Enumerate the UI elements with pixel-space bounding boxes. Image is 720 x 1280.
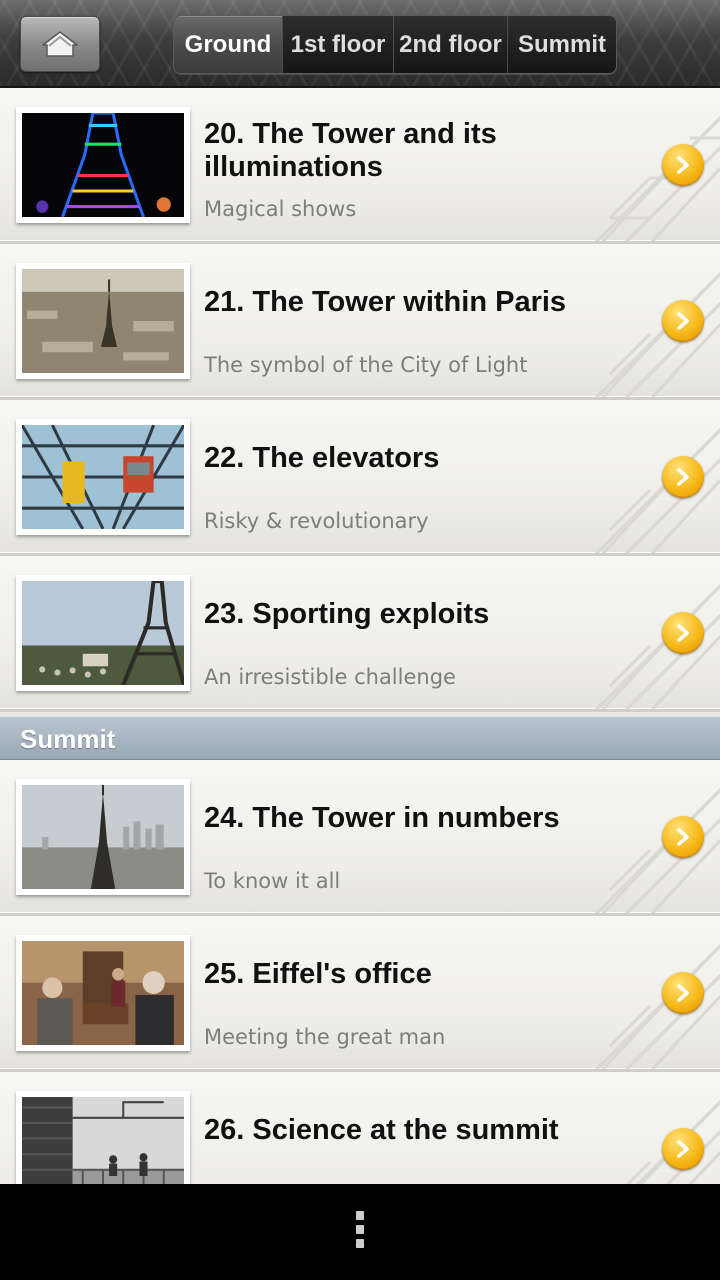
item-subtitle: Meeting the great man	[204, 1025, 446, 1049]
item-title: 23. Sporting exploits	[204, 598, 490, 630]
overflow-menu-icon[interactable]	[354, 1211, 366, 1255]
sporting-exploits-image	[22, 581, 184, 685]
item-title: 25. Eiffel's office	[204, 958, 432, 990]
item-chevron-button[interactable]	[662, 300, 704, 342]
chevron-right-icon	[677, 468, 689, 486]
list-item-20[interactable]: 20. The Tower and its illuminations Magi…	[0, 88, 720, 244]
tab-2nd-floor[interactable]: 2nd floor	[394, 16, 508, 73]
item-title: 21. The Tower within Paris	[204, 286, 567, 318]
item-title: 24. The Tower in numbers	[204, 802, 560, 834]
chevron-right-icon	[677, 984, 689, 1002]
chevron-right-icon	[677, 312, 689, 330]
top-bar: Ground 1st floor 2nd floor Summit	[0, 0, 720, 88]
tab-ground[interactable]: Ground	[174, 16, 283, 73]
chevron-right-icon	[677, 624, 689, 642]
topic-list: 20. The Tower and its illuminations Magi…	[0, 88, 720, 1184]
home-icon	[42, 31, 78, 57]
item-title: 22. The elevators	[204, 442, 440, 474]
floor-tabs: Ground 1st floor 2nd floor Summit	[173, 15, 617, 74]
item-thumbnail	[16, 419, 190, 535]
list-item-23[interactable]: 23. Sporting exploits An irresistible ch…	[0, 556, 720, 712]
item-thumbnail	[16, 1091, 190, 1184]
item-title: 26. Science at the summit	[204, 1114, 559, 1146]
item-subtitle: The symbol of the City of Light	[204, 353, 528, 377]
tower-numbers-image	[22, 785, 184, 889]
section-header-label: Summit	[20, 724, 116, 754]
app-screen: Ground 1st floor 2nd floor Summit 20. Th…	[0, 0, 720, 1280]
list-item-21[interactable]: 21. The Tower within Paris The symbol of…	[0, 244, 720, 400]
item-subtitle: To know it all	[204, 869, 341, 893]
item-chevron-button[interactable]	[662, 816, 704, 858]
item-thumbnail	[16, 107, 190, 223]
item-chevron-button[interactable]	[662, 456, 704, 498]
section-header-summit: Summit	[0, 716, 720, 760]
list-item-24[interactable]: 24. The Tower in numbers To know it all	[0, 760, 720, 916]
item-thumbnail	[16, 935, 190, 1051]
item-subtitle: An irresistible challenge	[204, 665, 456, 689]
tab-summit[interactable]: Summit	[508, 16, 616, 73]
item-title: 20. The Tower and its illuminations	[204, 118, 497, 183]
item-thumbnail	[16, 779, 190, 895]
list-item-25[interactable]: 25. Eiffel's office Meeting the great ma…	[0, 916, 720, 1072]
list-item-22[interactable]: 22. The elevators Risky & revolutionary	[0, 400, 720, 556]
list-item-26[interactable]: 26. Science at the summit	[0, 1072, 720, 1184]
item-thumbnail	[16, 263, 190, 379]
paris-aerial-image	[22, 269, 184, 373]
elevators-image	[22, 425, 184, 529]
item-subtitle: Risky & revolutionary	[204, 509, 429, 533]
chevron-right-icon	[677, 156, 689, 174]
system-nav-bar	[0, 1184, 720, 1280]
tab-1st-floor[interactable]: 1st floor	[283, 16, 394, 73]
item-chevron-button[interactable]	[662, 612, 704, 654]
summit-science-image	[22, 1097, 184, 1184]
item-subtitle: Magical shows	[204, 197, 357, 221]
illuminated-tower-image	[22, 113, 184, 217]
item-thumbnail	[16, 575, 190, 691]
item-chevron-button[interactable]	[662, 144, 704, 186]
eiffel-office-image	[22, 941, 184, 1045]
home-button[interactable]	[20, 16, 100, 72]
item-chevron-button[interactable]	[662, 1128, 704, 1170]
chevron-right-icon	[677, 1140, 689, 1158]
chevron-right-icon	[677, 828, 689, 846]
item-chevron-button[interactable]	[662, 972, 704, 1014]
